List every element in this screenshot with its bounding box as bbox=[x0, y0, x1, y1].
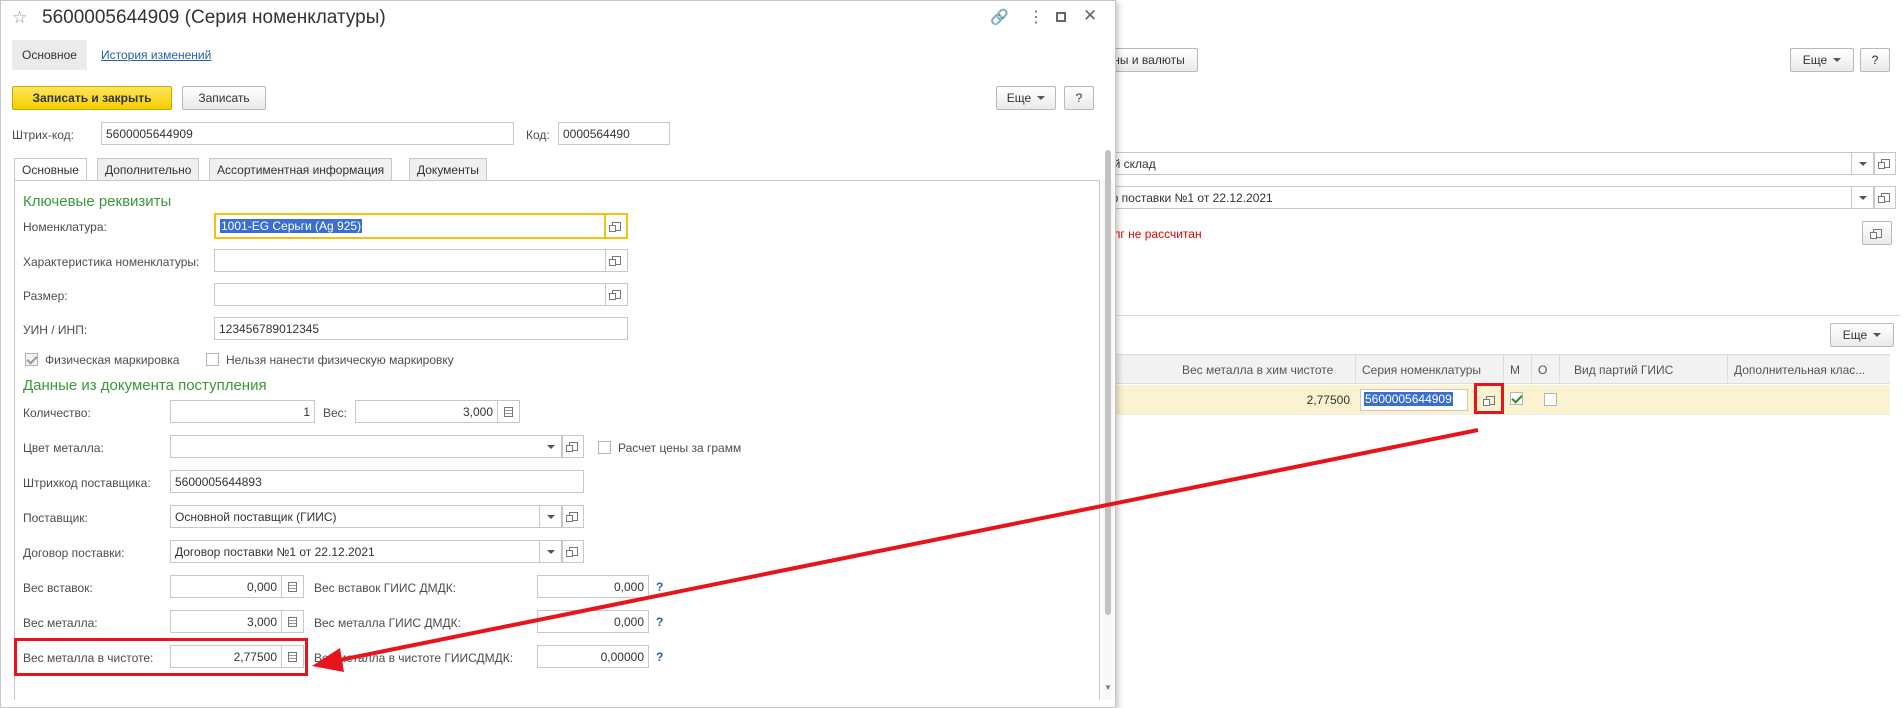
red-arrow bbox=[312, 428, 1479, 672]
red-arrow-line bbox=[329, 428, 1479, 664]
red-arrow-head bbox=[312, 648, 344, 672]
